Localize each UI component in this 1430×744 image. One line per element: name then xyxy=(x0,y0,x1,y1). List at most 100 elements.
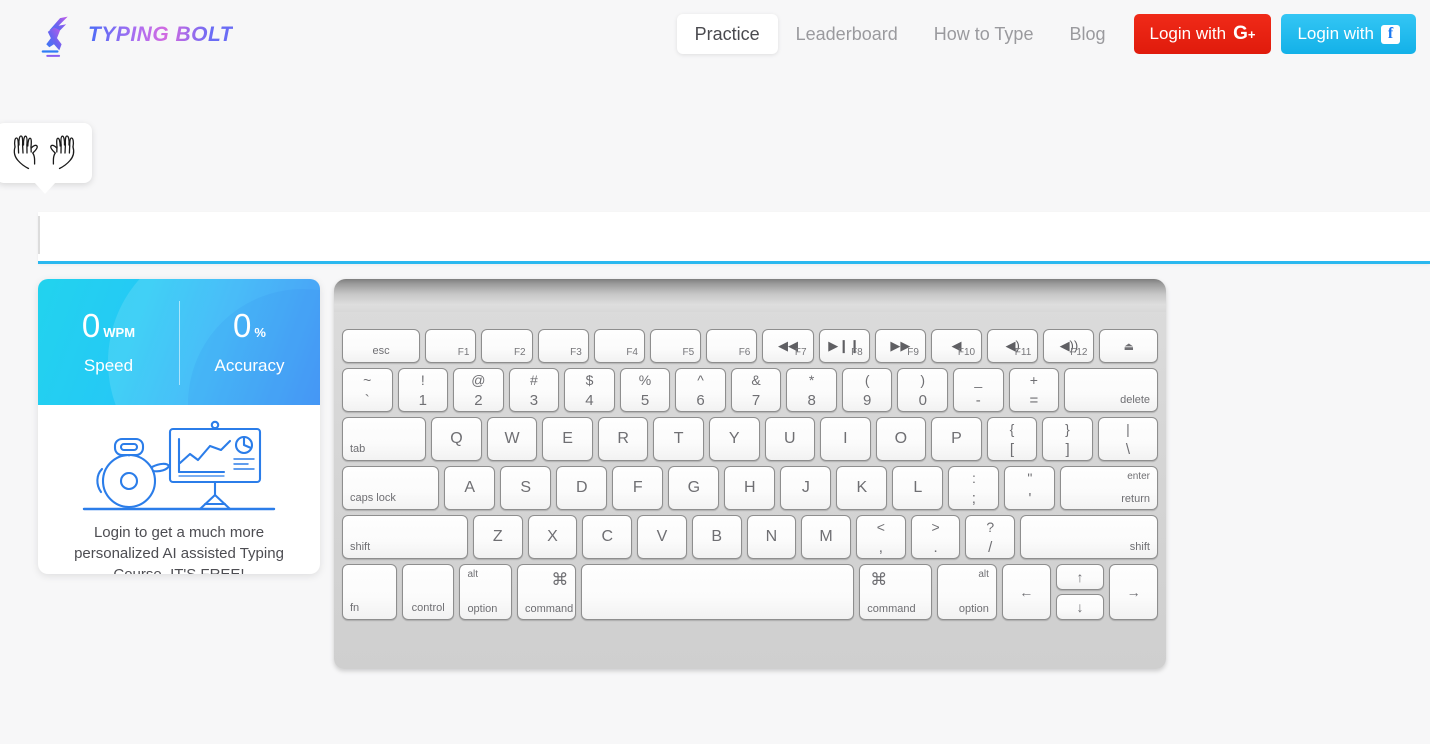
keyboard-bottom-row: fn control alt option ⌘ command ⌘ command a… xyxy=(342,564,1159,620)
key-t[interactable]: T xyxy=(653,417,704,461)
key-f12-volume-up[interactable]: ◀)) F12 xyxy=(1043,329,1095,363)
key-e[interactable]: E xyxy=(542,417,593,461)
key-bracket-left[interactable]: {[ xyxy=(986,417,1038,461)
key-bracket-right[interactable]: }] xyxy=(1042,417,1093,461)
key-control[interactable]: control xyxy=(401,564,455,620)
key-f4[interactable]: F4 xyxy=(593,329,645,363)
key-f6[interactable]: F6 xyxy=(706,329,758,363)
key-n[interactable]: N xyxy=(746,515,797,559)
key-period[interactable]: >. xyxy=(910,515,961,559)
key-l[interactable]: L xyxy=(892,466,944,510)
key-arrow-right[interactable]: → xyxy=(1109,564,1159,620)
key-fn[interactable]: fn xyxy=(342,564,397,620)
nav-link-leaderboard[interactable]: Leaderboard xyxy=(778,14,916,54)
key-f10-mute[interactable]: ◀ F10 xyxy=(930,329,983,363)
key-delete[interactable]: delete xyxy=(1064,368,1159,412)
key-6[interactable]: ^ 6 xyxy=(675,368,726,412)
nav-link-practice[interactable]: Practice xyxy=(676,14,778,54)
key-f11-volume-down[interactable]: ◀) F11 xyxy=(987,329,1039,363)
key-o[interactable]: O xyxy=(875,417,927,461)
key-y[interactable]: Y xyxy=(708,417,760,461)
key-3[interactable]: #3 xyxy=(508,368,560,412)
login-with-google-button[interactable]: Login with G+ xyxy=(1133,14,1272,54)
key-j[interactable]: J xyxy=(780,466,832,510)
key-2[interactable]: @2 xyxy=(453,368,504,412)
key-u[interactable]: U xyxy=(764,417,816,461)
key-f[interactable]: F xyxy=(612,466,664,510)
key-4-bot: 4 xyxy=(585,391,594,409)
key-c[interactable]: C xyxy=(582,515,633,559)
key-g[interactable]: G xyxy=(668,466,720,510)
typing-input-area[interactable] xyxy=(38,212,1430,264)
key-backslash[interactable]: | \ xyxy=(1097,417,1159,461)
key-arrow-left[interactable]: ← xyxy=(1001,564,1051,620)
key-slash[interactable]: ? / xyxy=(965,515,1016,559)
key-tab[interactable]: tab xyxy=(342,417,427,461)
key-7[interactable]: & 7 xyxy=(730,368,782,412)
key-q[interactable]: Q xyxy=(431,417,482,461)
key-s[interactable]: S xyxy=(500,466,552,510)
key-enter-return[interactable]: enter return xyxy=(1060,466,1158,510)
key-w[interactable]: W xyxy=(486,417,538,461)
key-f7-rewind[interactable]: ◀◀ F7 xyxy=(762,329,814,363)
key-i[interactable]: I xyxy=(820,417,871,461)
key-b[interactable]: B xyxy=(691,515,742,559)
key-arrow-down[interactable]: ↓ xyxy=(1055,594,1105,620)
key-h[interactable]: H xyxy=(724,466,776,510)
key-p[interactable]: P xyxy=(931,417,982,461)
key-semicolon-top: : xyxy=(971,469,976,486)
key-m[interactable]: M xyxy=(801,515,851,559)
key-arrow-up[interactable]: ↑ xyxy=(1055,564,1105,590)
key-d-label: D xyxy=(575,479,588,496)
key-semicolon[interactable]: :; xyxy=(948,466,1000,510)
key-equals-bot: = xyxy=(1029,391,1039,409)
key-a[interactable]: A xyxy=(444,466,496,510)
key-slash-bot: / xyxy=(988,538,993,556)
key-k[interactable]: K xyxy=(836,466,888,510)
key-space[interactable] xyxy=(581,564,855,620)
stats-panel: 0 WPM Speed 0% Accuracy xyxy=(38,279,320,405)
arrow-down-icon: ↓ xyxy=(1076,599,1084,615)
key-esc[interactable]: esc xyxy=(342,329,421,363)
key-f3[interactable]: F3 xyxy=(537,329,589,363)
nav-link-how-to-type[interactable]: How to Type xyxy=(916,14,1052,54)
key-g-label: G xyxy=(687,479,701,496)
key-v[interactable]: V xyxy=(637,515,687,559)
key-f1[interactable]: F1 xyxy=(425,329,477,363)
virtual-keyboard[interactable]: esc F1 F2 F3 F4 F5 F6 ◀◀ F7 ▶❙❙ F8 ▶▶ F9 ◀ F… xyxy=(334,279,1166,669)
key-command-left[interactable]: ⌘ command xyxy=(516,564,577,620)
key-9[interactable]: (9 xyxy=(841,368,893,412)
login-with-facebook-button[interactable]: Login with f xyxy=(1281,14,1416,54)
key-eject[interactable]: ⏏ xyxy=(1099,329,1159,363)
key-8[interactable]: * 8 xyxy=(786,368,837,412)
key-equals[interactable]: + = xyxy=(1008,368,1060,412)
main-navigation: Practice Leaderboard How to Type Blog Lo… xyxy=(676,14,1416,54)
key-f-label: F xyxy=(632,479,643,496)
key-4[interactable]: $4 xyxy=(564,368,615,412)
key-d[interactable]: D xyxy=(556,466,608,510)
key-command-right[interactable]: ⌘ command xyxy=(859,564,933,620)
key-f5[interactable]: F5 xyxy=(649,329,702,363)
key-option-right[interactable]: alt option xyxy=(937,564,997,620)
key-comma[interactable]: <, xyxy=(855,515,906,559)
key-shift-left[interactable]: shift xyxy=(342,515,468,559)
key-caps-lock[interactable]: caps lock xyxy=(342,466,440,510)
key-f8-play-pause[interactable]: ▶❙❙ F8 xyxy=(818,329,870,363)
brand-logo[interactable]: TYPING BOLT xyxy=(34,12,233,58)
key-z[interactable]: Z xyxy=(472,515,523,559)
key-x[interactable]: X xyxy=(527,515,578,559)
nav-link-blog[interactable]: Blog xyxy=(1051,14,1123,54)
key-tab-label: tab xyxy=(350,443,366,455)
key-backslash-top: | xyxy=(1126,420,1130,437)
key-quote[interactable]: " ' xyxy=(1004,466,1056,510)
key-shift-right[interactable]: shift xyxy=(1020,515,1158,559)
key-option-left[interactable]: alt option xyxy=(459,564,512,620)
key-f9-fast-forward[interactable]: ▶▶ F9 xyxy=(874,329,926,363)
key-5[interactable]: % 5 xyxy=(619,368,671,412)
key-backtick[interactable]: ~ ` xyxy=(342,368,393,412)
key-minus[interactable]: _ - xyxy=(953,368,1004,412)
key-1[interactable]: ! 1 xyxy=(397,368,449,412)
key-f2[interactable]: F2 xyxy=(481,329,533,363)
key-0[interactable]: ) 0 xyxy=(897,368,949,412)
key-r[interactable]: R xyxy=(597,417,649,461)
